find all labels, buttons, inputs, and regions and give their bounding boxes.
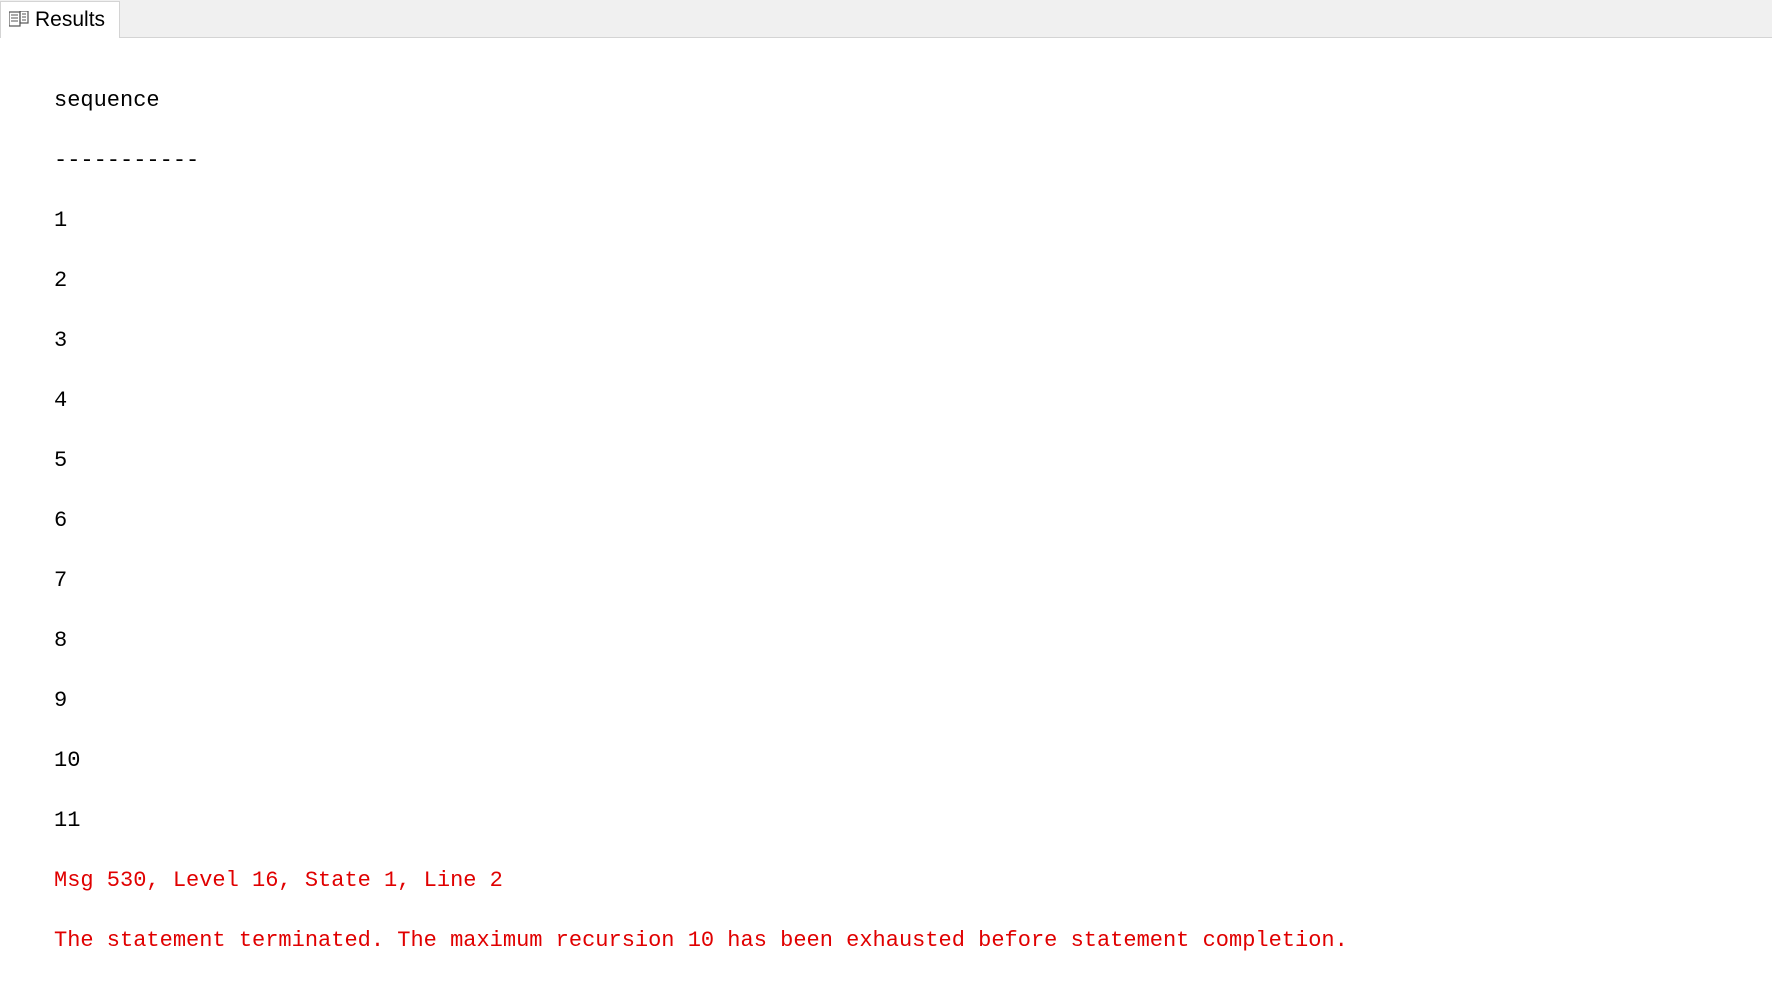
- error-message-body: The statement terminated. The maximum re…: [54, 926, 1772, 956]
- tab-label: Results: [35, 8, 105, 32]
- results-row: 2: [54, 266, 1772, 296]
- results-row: 11: [54, 806, 1772, 836]
- results-row: 5: [54, 446, 1772, 476]
- results-row: 4: [54, 386, 1772, 416]
- results-icon: [9, 11, 29, 29]
- results-row: 9: [54, 686, 1772, 716]
- tab-bar: Results: [0, 0, 1772, 38]
- results-body: sequence ----------- 1 2 3 4 5 6 7 8 9 1…: [0, 38, 1772, 986]
- results-row: 3: [54, 326, 1772, 356]
- results-row: 6: [54, 506, 1772, 536]
- results-row: 8: [54, 626, 1772, 656]
- tab-results[interactable]: Results: [0, 1, 120, 38]
- error-message-header: Msg 530, Level 16, State 1, Line 2: [54, 866, 1772, 896]
- results-row: 1: [54, 206, 1772, 236]
- results-row: 7: [54, 566, 1772, 596]
- results-separator: -----------: [54, 146, 1772, 176]
- results-row: 10: [54, 746, 1772, 776]
- results-column-header: sequence: [54, 86, 1772, 116]
